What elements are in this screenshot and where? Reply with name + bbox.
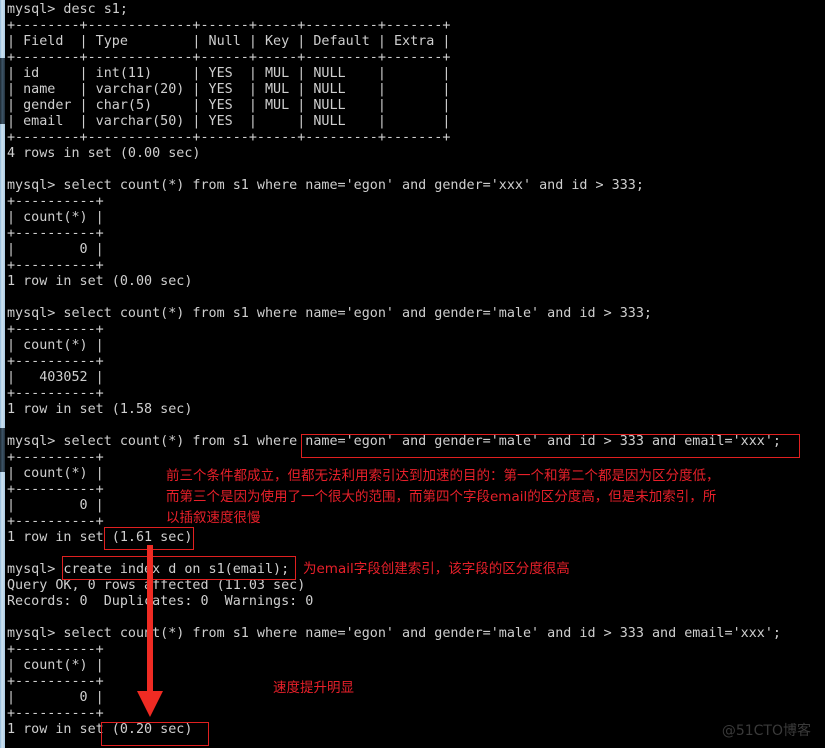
- console-line: | name | varchar(20) | YES | MUL | NULL …: [7, 82, 451, 97]
- console-line: | email | varchar(50) | YES | | NULL | |: [7, 114, 451, 129]
- console-line: | count(*) |: [7, 658, 104, 673]
- console-line: +----------+: [7, 642, 104, 657]
- console-line: +----------+: [7, 194, 104, 209]
- vertical-scrollbar[interactable]: [0, 0, 5, 748]
- console-line: +----------+: [7, 706, 104, 721]
- console-line: mysql> select count(*) from s1 where nam…: [7, 306, 652, 321]
- console-line: +--------+-------------+------+-----+---…: [7, 50, 451, 65]
- console-line: 4 rows in set (0.00 sec): [7, 146, 201, 161]
- console-line: +----------+: [7, 386, 104, 401]
- console-line: 1 row in set (0.00 sec): [7, 274, 193, 289]
- console-line: Query OK, 0 rows affected (11.03 sec): [7, 578, 306, 593]
- console-line: +----------+: [7, 674, 104, 689]
- console-line: +----------+: [7, 258, 104, 273]
- console-line: | count(*) |: [7, 210, 104, 225]
- console-line: Records: 0 Duplicates: 0 Warnings: 0: [7, 594, 314, 609]
- console-line: mysql> desc s1;: [7, 2, 128, 17]
- console-line: +----------+: [7, 450, 104, 465]
- annotation-arrow-shaft: [147, 545, 153, 693]
- console-line: | gender | char(5) | YES | MUL | NULL | …: [7, 98, 451, 113]
- speedup-annotation: 速度提升明显: [273, 680, 354, 696]
- console-line: 1 row in set (1.58 sec): [7, 402, 193, 417]
- console-line: | Field | Type | Null | Key | Default | …: [7, 34, 451, 49]
- scrollbar-thumb-lower[interactable]: [0, 428, 5, 472]
- console-line: | count(*) |: [7, 338, 104, 353]
- console-line: 1 row in set (0.20 sec): [7, 722, 193, 737]
- scrollbar-thumb-upper[interactable]: [0, 58, 5, 124]
- console-line: mysql> select count(*) from s1 where nam…: [7, 434, 781, 449]
- console-line: +--------+-------------+------+-----+---…: [7, 18, 451, 33]
- console-output[interactable]: mysql> desc s1; +--------+-------------+-…: [7, 2, 825, 738]
- watermark-label: @51CTO博客: [721, 723, 811, 739]
- console-line: | 0 |: [7, 242, 104, 257]
- console-line: +----------+: [7, 226, 104, 241]
- terminal-window: mysql> desc s1; +--------+-------------+-…: [0, 0, 825, 748]
- console-line: | 403052 |: [7, 370, 104, 385]
- console-line: | id | int(11) | YES | MUL | NULL | |: [7, 66, 451, 81]
- console-line: 1 row in set (1.61 sec): [7, 530, 193, 545]
- console-line: | 0 |: [7, 690, 104, 705]
- annotation-arrow-head: [137, 691, 163, 717]
- where-clause-annotation: 前三个条件都成立，但都无法利用索引达到加速的目的：第一个和第二个都是因为区分度低…: [166, 468, 720, 526]
- console-line: +--------+-------------+------+-----+---…: [7, 130, 451, 145]
- console-line: mysql> select count(*) from s1 where nam…: [7, 178, 644, 193]
- console-line: mysql> select count(*) from s1 where nam…: [7, 626, 781, 641]
- console-line: +----------+: [7, 322, 104, 337]
- create-index-annotation: 为email字段创建索引，该字段的区分度很高: [303, 561, 570, 577]
- console-line: +----------+: [7, 354, 104, 369]
